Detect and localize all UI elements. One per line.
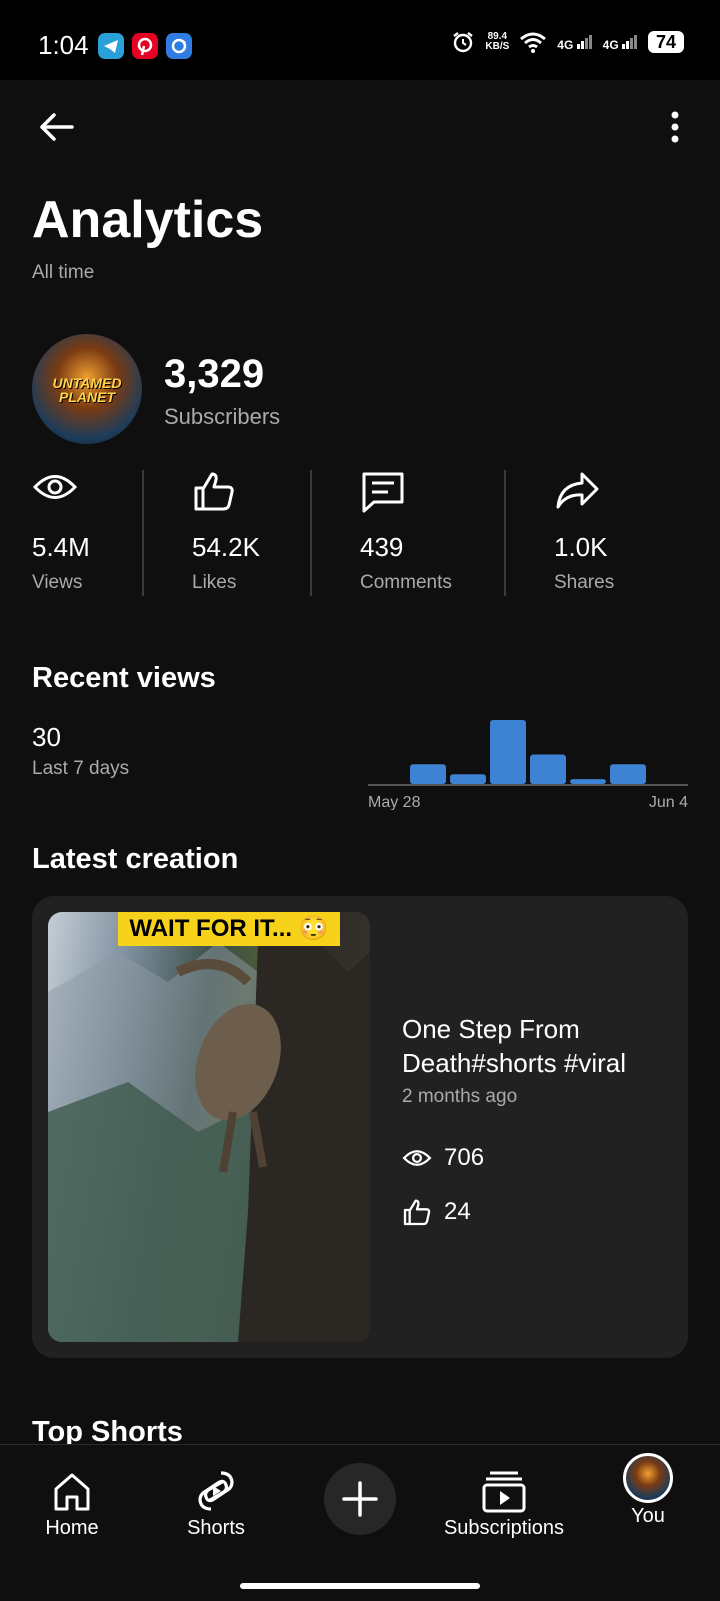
thumbs-up-icon	[403, 1199, 431, 1226]
time-range-label: All time	[32, 262, 95, 283]
video-views: 706	[402, 1144, 484, 1172]
chart-tick-label: May 28	[368, 794, 421, 810]
stat-divider	[310, 470, 312, 596]
subscriber-label: Subscribers	[164, 404, 281, 429]
plus-icon	[342, 1481, 378, 1517]
channel-avatar: UNTAMED PLANET	[32, 334, 142, 444]
nav-label: Shorts	[187, 1517, 245, 1539]
chart-bar	[410, 764, 446, 784]
arrow-left-icon	[40, 113, 74, 141]
nav-home[interactable]: Home	[32, 1445, 112, 1555]
profile-avatar	[623, 1453, 673, 1503]
stat-divider	[504, 470, 506, 596]
thumbs-up-icon	[194, 472, 234, 511]
bottom-navigation: Home Shorts Subscriptions You	[0, 1444, 720, 1601]
more-options-button[interactable]	[660, 105, 690, 149]
nav-label: Subscriptions	[443, 1517, 565, 1539]
signal-bars-icon	[576, 34, 592, 49]
stat-divider	[142, 470, 144, 596]
recent-views-chart[interactable]: May 28 Jun 4	[368, 710, 688, 810]
stat-value: 54.2K	[192, 532, 260, 562]
eye-icon	[402, 1150, 432, 1166]
telegram-icon	[98, 33, 124, 59]
chart-bar	[490, 720, 526, 784]
home-icon	[54, 1473, 90, 1511]
stat-label: Shares	[554, 572, 615, 593]
stat-label: Views	[32, 572, 83, 593]
stats-row: 5.4M Views 54.2K Likes 439 Comments 1.0K…	[0, 470, 720, 596]
recent-views-period: Last 7 days	[32, 758, 130, 779]
stat-value: 5.4M	[32, 532, 90, 562]
nav-label: Home	[45, 1517, 99, 1539]
share-icon	[556, 472, 599, 509]
status-icons: 89.4 KB/S 4G 4G 74	[451, 30, 684, 54]
video-age: 2 months ago	[402, 1086, 518, 1107]
nav-shorts[interactable]: Shorts	[172, 1445, 260, 1555]
ibex-illustration	[48, 932, 370, 1342]
pinterest-icon	[132, 33, 158, 59]
nav-label: You	[631, 1505, 665, 1527]
subscriber-count: 3,329	[164, 352, 265, 396]
stat-label: Likes	[192, 572, 237, 593]
signal-bars-icon	[622, 34, 637, 49]
recent-views-title: Recent views	[32, 662, 216, 694]
alarm-icon	[453, 32, 474, 53]
stat-likes: 54.2K Likes	[192, 470, 260, 596]
create-button[interactable]	[324, 1463, 396, 1535]
signal-1: 4G	[557, 33, 592, 52]
stat-comments: 439 Comments	[360, 470, 452, 596]
stat-shares: 1.0K Shares	[554, 470, 614, 596]
nav-subscriptions[interactable]: Subscriptions	[436, 1445, 572, 1555]
page-title: Analytics	[32, 191, 264, 249]
wifi-icon	[520, 32, 547, 53]
stat-views: 5.4M Views	[32, 470, 90, 596]
stat-value: 1.0K	[554, 532, 608, 562]
video-title: One Step From Death#shorts #viral	[402, 1014, 626, 1078]
status-bar: 1:04 89.4 KB/S 4G 4G 74	[0, 0, 720, 80]
video-likes: 24	[402, 1198, 471, 1226]
latest-video-card[interactable]: WAIT FOR IT... 😳 One Step From Death#sho…	[32, 896, 688, 1358]
chart-bar	[530, 754, 566, 784]
video-thumbnail[interactable]: WAIT FOR IT... 😳	[48, 912, 370, 1342]
home-indicator	[240, 1583, 480, 1589]
sync-app-icon	[166, 33, 192, 59]
chart-tick-label: Jun 4	[649, 794, 688, 810]
chart-bar	[450, 774, 486, 784]
comment-icon	[362, 472, 404, 513]
recent-views-count: 30	[32, 722, 61, 752]
subscriptions-icon	[482, 1471, 526, 1513]
chart-bar	[610, 764, 646, 784]
stat-label: Comments	[360, 572, 452, 593]
latest-creation-title: Latest creation	[32, 843, 239, 875]
more-vert-icon	[671, 111, 679, 143]
eye-icon	[32, 475, 78, 499]
signal-2: 4G	[603, 33, 638, 52]
back-button[interactable]	[34, 105, 78, 149]
avatar-logo-text: UNTAMED PLANET	[52, 375, 122, 405]
status-time: 1:04	[38, 30, 89, 60]
thumbnail-banner-text: WAIT FOR IT... 😳	[118, 912, 340, 946]
stat-value: 439	[360, 532, 404, 562]
nav-you[interactable]: You	[610, 1445, 686, 1555]
shorts-icon	[198, 1471, 234, 1511]
net-speed: 89.4 KB/S	[485, 31, 510, 52]
battery-indicator: 74	[648, 31, 684, 53]
chart-bar	[570, 779, 606, 784]
